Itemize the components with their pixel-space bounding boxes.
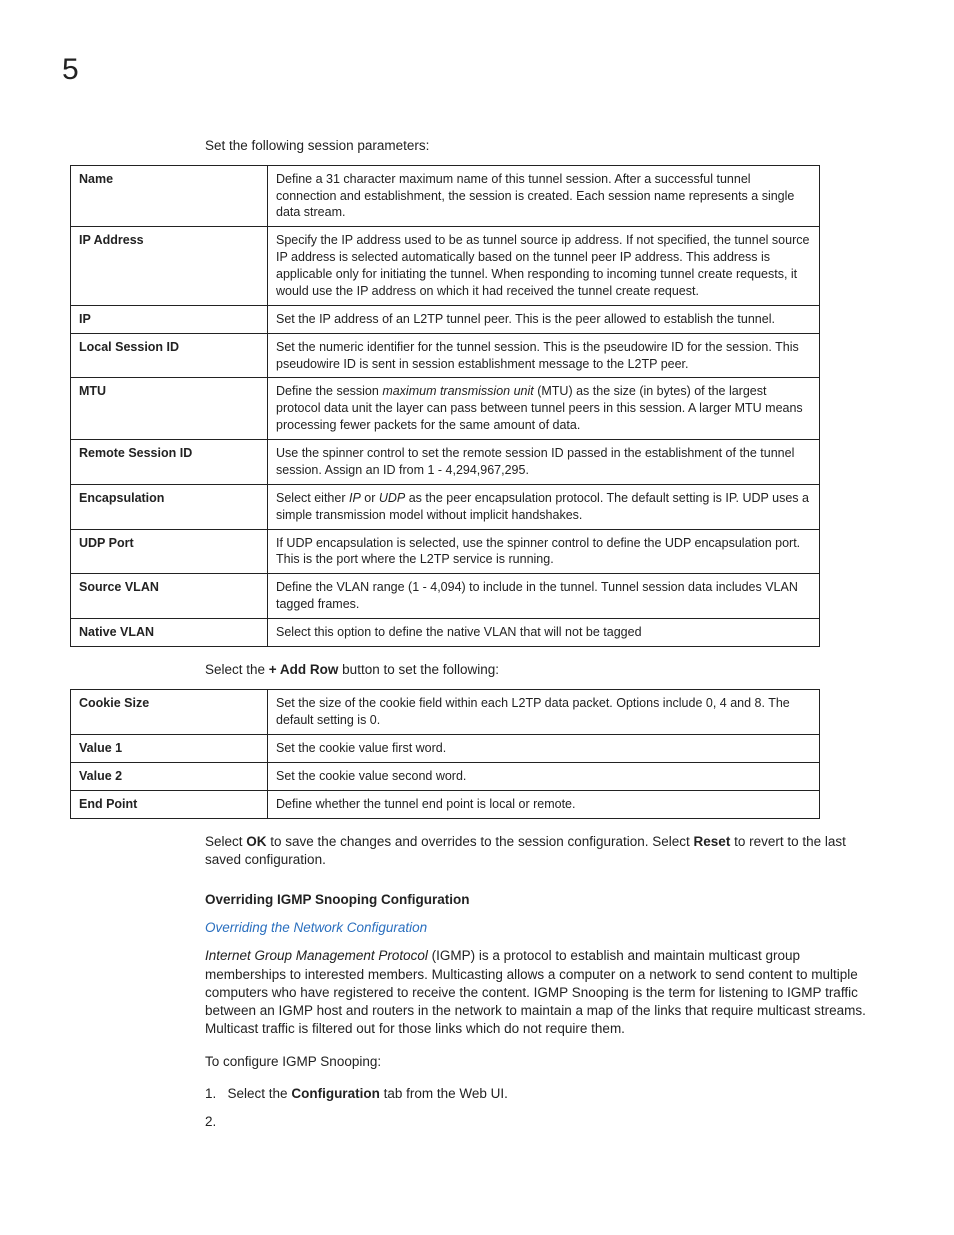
table-row: NameDefine a 31 character maximum name o… [71,165,820,227]
igmp-paragraph: Internet Group Management Protocol (IGMP… [205,947,884,1038]
steps-list: 1. Select the Configuration tab from the… [205,1085,884,1131]
add-row-table: Cookie SizeSet the size of the cookie fi… [70,689,820,818]
table-row: EncapsulationSelect either IP or UDP as … [71,484,820,529]
list-item: 2. [205,1113,884,1131]
section-heading-igmp: Overriding IGMP Snooping Configuration [205,891,884,909]
table-row: IP AddressSpecify the IP address used to… [71,227,820,306]
table-row: Value 2Set the cookie value second word. [71,762,820,790]
table-row: Source VLANDefine the VLAN range (1 - 4,… [71,574,820,619]
table-row: Cookie SizeSet the size of the cookie fi… [71,690,820,735]
table-row: Remote Session IDUse the spinner control… [71,440,820,485]
chapter-number: 5 [62,50,884,91]
link-override-network[interactable]: Overriding the Network Configuration [205,919,884,937]
list-item: 1. Select the Configuration tab from the… [205,1085,884,1103]
main-content: Set the following session parameters: Na… [205,137,884,1132]
table-row: Value 1Set the cookie value first word. [71,734,820,762]
table-row: UDP PortIf UDP encapsulation is selected… [71,529,820,574]
table-row: Native VLANSelect this option to define … [71,619,820,647]
session-params-table: NameDefine a 31 character maximum name o… [70,165,820,647]
ok-reset-paragraph: Select OK to save the changes and overri… [205,833,884,869]
to-configure: To configure IGMP Snooping: [205,1053,884,1071]
table-row: MTUDefine the session maximum transmissi… [71,378,820,440]
table-row: IPSet the IP address of an L2TP tunnel p… [71,305,820,333]
intro-session-params: Set the following session parameters: [205,137,884,155]
table-row: Local Session IDSet the numeric identifi… [71,333,820,378]
table-row: End PointDefine whether the tunnel end p… [71,790,820,818]
intro-add-row: Select the + Add Row button to set the f… [205,661,884,679]
